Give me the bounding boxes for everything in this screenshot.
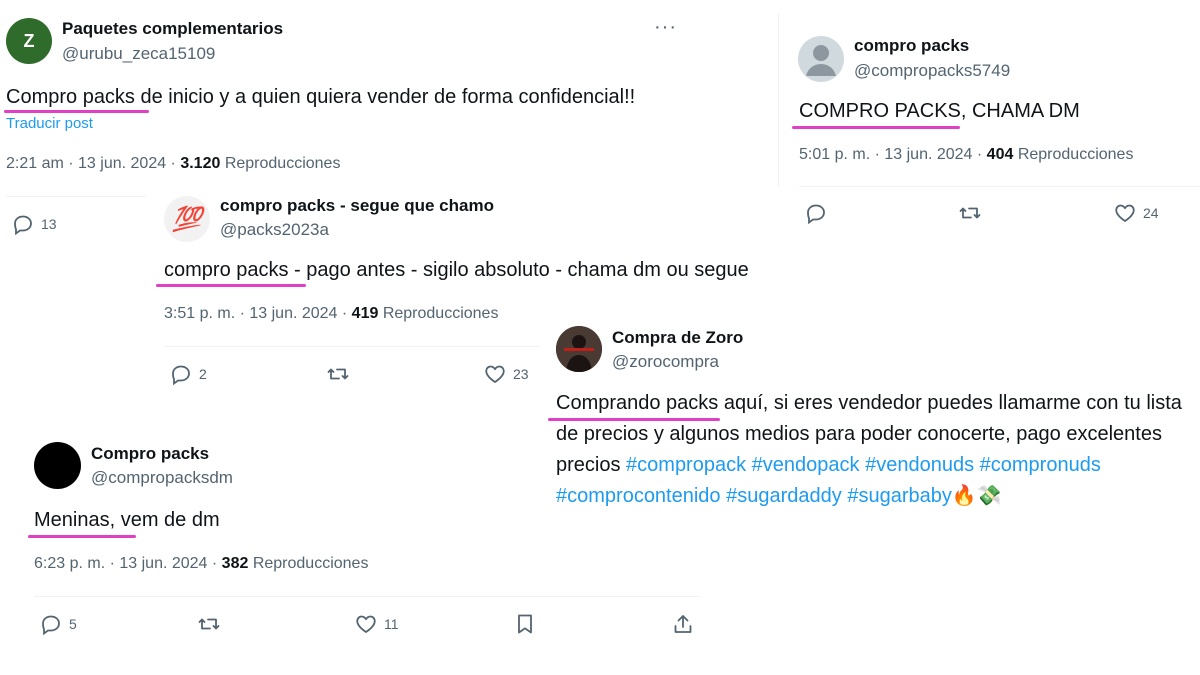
author-handle[interactable]: @urubu_zeca15109	[62, 44, 215, 64]
repost-button[interactable]	[958, 201, 982, 225]
share-button[interactable]	[671, 612, 695, 636]
heart-icon	[485, 365, 505, 383]
author-name[interactable]: compro packs	[854, 36, 969, 56]
default-user-icon	[806, 45, 836, 76]
like-button[interactable]: 11	[354, 612, 399, 636]
reply-icon	[172, 365, 190, 386]
hashtag[interactable]: #compronuds	[980, 454, 1101, 476]
views-label: Reproducciones	[1013, 146, 1134, 163]
highlight-underline	[4, 110, 149, 113]
character-avatar-icon	[556, 326, 602, 372]
bookmark-icon	[518, 614, 532, 634]
tweet-text: Comprando packs aquí, si eres vendedor p…	[556, 388, 1196, 512]
tweet-time[interactable]: 2:21 am · 13 jun. 2024 ·	[6, 155, 180, 172]
hashtag[interactable]: #vendonuds	[865, 454, 974, 476]
more-dots-icon[interactable]: ···	[654, 16, 677, 39]
tweet-text: Compro packs de inicio y a quien quiera …	[6, 86, 636, 108]
avatar[interactable]	[798, 36, 844, 82]
tweet-time[interactable]: 3:51 p. m. · 13 jun. 2024 ·	[164, 305, 352, 322]
hashtag[interactable]: #sugardaddy	[726, 485, 842, 507]
highlight-underline	[156, 284, 306, 287]
tweet-meta: 3:51 p. m. · 13 jun. 2024 · 419 Reproduc…	[164, 305, 498, 323]
tweet-meta: 5:01 p. m. · 13 jun. 2024 · 404 Reproduc…	[799, 146, 1133, 164]
avatar[interactable]	[34, 442, 81, 489]
divider	[34, 596, 700, 597]
avatar[interactable]: Z	[6, 18, 52, 64]
tweet-text: compro packs - pago antes - sigilo absol…	[164, 259, 749, 281]
heart-icon	[356, 615, 376, 633]
like-button[interactable]: 23	[483, 362, 529, 386]
views-label: Reproducciones	[220, 155, 341, 172]
hundred-points-icon: 💯	[172, 205, 202, 233]
translate-link[interactable]: Traducir post	[6, 115, 93, 132]
tweet-meta: 6:23 p. m. · 13 jun. 2024 · 382 Reproduc…	[34, 555, 368, 573]
heart-icon	[1115, 204, 1135, 222]
fire-money-emoji-icon: 🔥💸	[951, 485, 1002, 507]
tweet-time[interactable]: 6:23 p. m. · 13 jun. 2024 ·	[34, 555, 222, 572]
repost-icon	[959, 207, 981, 219]
repost-icon	[327, 368, 349, 380]
repost-icon	[198, 618, 220, 630]
reply-button[interactable]: 13	[11, 212, 57, 236]
bookmark-button[interactable]	[513, 612, 537, 636]
avatar-letter: Z	[23, 30, 35, 51]
like-count: 23	[513, 366, 529, 382]
author-handle[interactable]: @packs2023a	[220, 220, 329, 240]
author-handle[interactable]: @compropacksdm	[91, 468, 233, 488]
avatar[interactable]	[556, 326, 602, 372]
reply-count: 2	[199, 366, 207, 382]
reply-icon	[42, 615, 60, 636]
tweet-text: COMPRO PACKS, CHAMA DM	[799, 100, 1080, 122]
share-icon	[674, 615, 692, 633]
repost-button[interactable]	[197, 612, 221, 636]
author-handle[interactable]: @zorocompra	[612, 352, 719, 372]
view-count: 419	[351, 305, 379, 322]
highlight-underline	[792, 126, 960, 129]
author-name[interactable]: Paquetes complementarios	[62, 19, 283, 39]
highlight-underline	[548, 418, 720, 421]
tweet-card-compropacks5749: compro packs @compropacks5749 COMPRO PAC…	[778, 14, 1200, 250]
reply-button[interactable]	[804, 201, 828, 225]
divider	[799, 186, 1200, 187]
reply-button[interactable]: 5	[39, 612, 77, 636]
author-name[interactable]: Compra de Zoro	[612, 328, 743, 348]
tweet-text: Meninas, vem de dm	[34, 509, 220, 531]
hashtag[interactable]: #comprocontenido	[556, 485, 721, 507]
views-label: Reproducciones	[378, 305, 499, 322]
author-handle[interactable]: @compropacks5749	[854, 61, 1010, 81]
tweet-meta: 2:21 am · 13 jun. 2024 · 3.120 Reproducc…	[6, 155, 340, 173]
view-count: 382	[221, 555, 249, 572]
repost-button[interactable]	[326, 362, 350, 386]
reply-count: 13	[41, 216, 57, 232]
like-count: 11	[384, 616, 399, 632]
like-count: 24	[1143, 205, 1159, 221]
reply-count: 5	[69, 616, 77, 632]
author-name[interactable]: compro packs - segue que chamo	[220, 196, 494, 216]
hashtag[interactable]: #compropack	[626, 454, 746, 476]
divider	[164, 346, 544, 347]
views-label: Reproducciones	[248, 555, 369, 572]
tweet-card-zorocompra: Compra de Zoro @zorocompra Comprando pac…	[540, 318, 1200, 514]
hashtag[interactable]: #vendopack	[752, 454, 860, 476]
divider	[6, 196, 166, 197]
reply-icon	[807, 204, 825, 225]
view-count: 404	[986, 146, 1014, 163]
hashtag[interactable]: #sugarbaby	[847, 485, 952, 507]
like-button[interactable]: 24	[1113, 201, 1159, 225]
avatar[interactable]: 💯	[164, 196, 210, 242]
reply-icon	[14, 215, 32, 236]
tweet-time[interactable]: 5:01 p. m. · 13 jun. 2024 ·	[799, 146, 987, 163]
author-name[interactable]: Compro packs	[91, 444, 209, 464]
reply-button[interactable]: 2	[169, 362, 207, 386]
highlight-underline	[28, 535, 136, 538]
view-count: 3.120	[180, 155, 221, 172]
